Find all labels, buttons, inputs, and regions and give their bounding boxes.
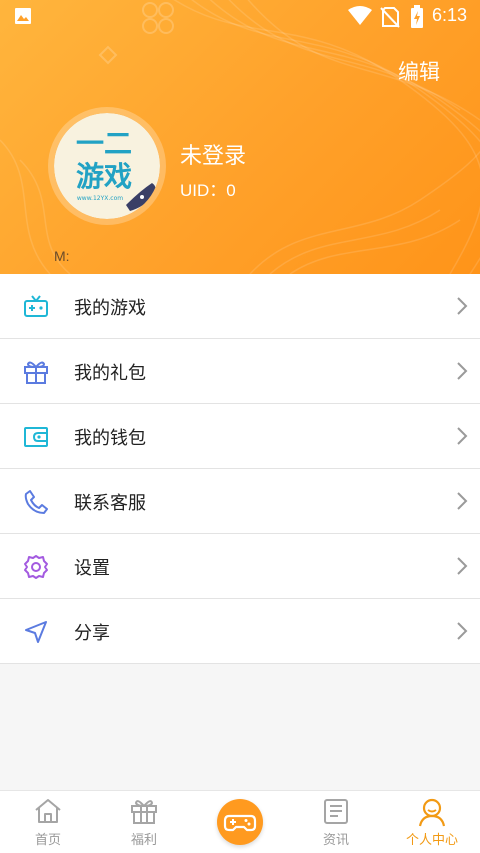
m-label: M: (54, 248, 70, 264)
username[interactable]: 未登录 (180, 138, 246, 170)
status-time: 6:13 (432, 5, 468, 25)
chevron-right-icon (457, 557, 468, 575)
gamepad-icon (223, 814, 257, 832)
gift-icon (131, 800, 157, 824)
gamepad-icon (24, 295, 48, 317)
tab-label: 资讯 (322, 833, 349, 848)
menu-item-my-wallet[interactable]: 我的钱包 (0, 404, 480, 469)
tab-label: 首页 (34, 833, 61, 848)
chevron-right-icon (457, 362, 468, 380)
chevron-right-icon (457, 297, 468, 315)
tab-news[interactable]: 资讯 (288, 791, 384, 853)
gift-icon (24, 361, 48, 384)
menu-item-customer-service[interactable]: 联系客服 (0, 469, 480, 534)
wifi-icon (348, 6, 372, 25)
phone-icon (24, 490, 48, 514)
edit-button[interactable]: 编辑 (398, 56, 440, 86)
menu-item-share[interactable]: 分享 (0, 599, 480, 664)
settings-icon (24, 555, 48, 579)
chevron-right-icon (457, 427, 468, 445)
chevron-right-icon (457, 492, 468, 510)
battery-charging-icon (411, 5, 423, 28)
avatar-logo: 一二 游戏 www.12YX.com (54, 113, 160, 219)
tab-games-center-button[interactable] (217, 799, 263, 845)
uid-text: UID：0 (180, 181, 236, 200)
menu-item-settings[interactable]: 设置 (0, 534, 480, 599)
avatar[interactable]: 一二 游戏 www.12YX.com (48, 107, 166, 225)
svg-text:www.12YX.com: www.12YX.com (77, 195, 123, 202)
svg-text:游戏: 游戏 (76, 160, 132, 193)
tab-home[interactable]: 首页 (0, 791, 96, 853)
user-icon (418, 798, 446, 827)
image-icon (15, 8, 31, 24)
tab-welfare[interactable]: 福利 (96, 791, 192, 853)
bottom-tab-bar: 首页 福利 资讯 个人中心 (0, 790, 480, 853)
chevron-right-icon (457, 622, 468, 640)
profile-header: 6:13 编辑 一二 游戏 www.12YX.com 未登录 UID：0 M: (0, 0, 480, 274)
menu-item-label: 设置 (74, 558, 110, 579)
menu-item-label: 联系客服 (74, 493, 146, 514)
svg-text:一二: 一二 (76, 127, 132, 160)
no-sim-icon (380, 7, 400, 28)
menu-item-my-games[interactable]: 我的游戏 (0, 274, 480, 339)
menu-list: 我的游戏 我的礼包 我的钱包 联系客服 设置 分享 (0, 274, 480, 664)
wallet-icon (24, 427, 48, 447)
status-bar: 6:13 (0, 0, 480, 34)
menu-item-label: 我的钱包 (74, 428, 146, 449)
menu-item-label: 我的游戏 (74, 298, 146, 319)
share-icon (25, 621, 47, 643)
menu-item-label: 分享 (74, 623, 110, 644)
menu-item-my-gifts[interactable]: 我的礼包 (0, 339, 480, 404)
news-icon (324, 799, 348, 824)
tab-profile[interactable]: 个人中心 (384, 791, 480, 853)
tab-label: 福利 (130, 833, 157, 848)
home-icon (35, 799, 61, 823)
menu-item-label: 我的礼包 (74, 363, 146, 384)
tab-label: 个人中心 (405, 833, 458, 848)
